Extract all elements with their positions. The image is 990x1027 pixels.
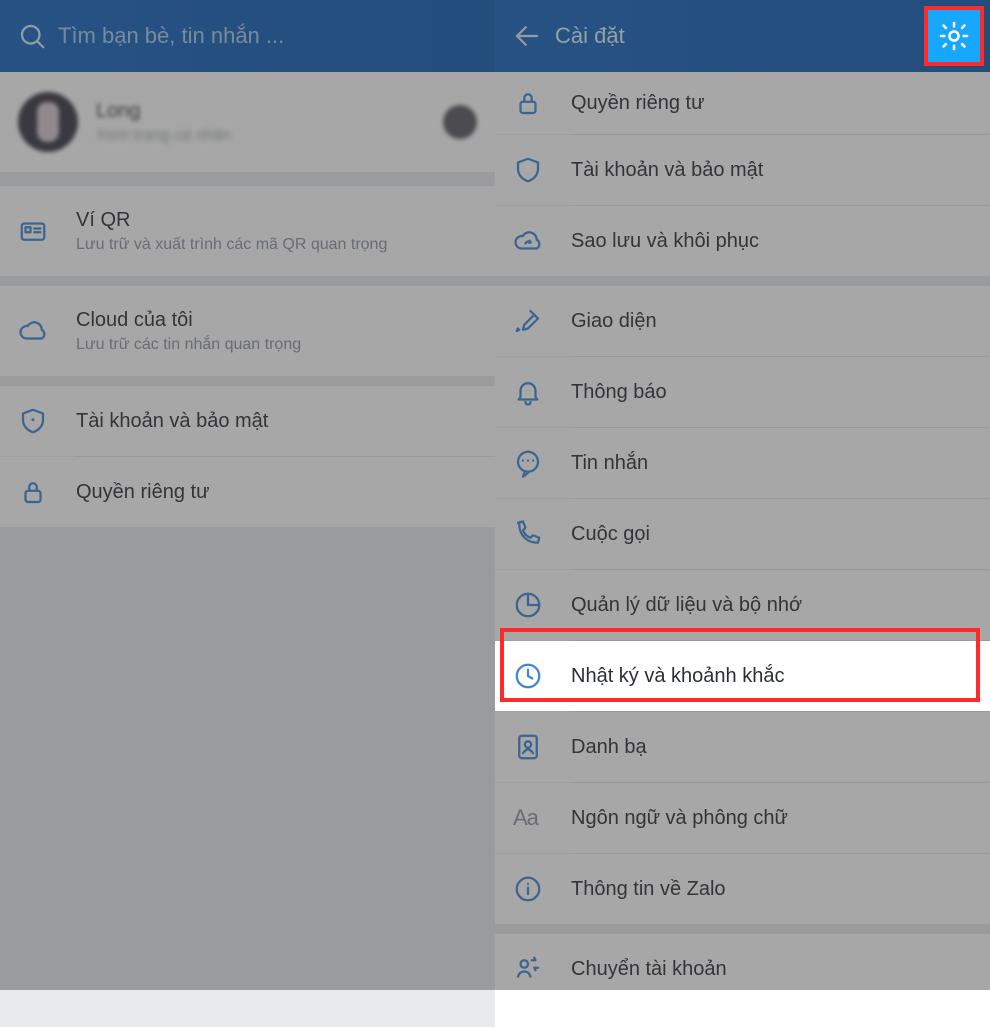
row-calls[interactable]: Cuộc gọi [495, 499, 990, 569]
panel-more: Tìm bạn bè, tin nhắn ... Long Xem trang … [0, 0, 495, 990]
row-sub: Lưu trữ các tin nhắn quan trọng [76, 336, 477, 354]
clock-icon [513, 661, 571, 691]
empty-area [0, 527, 495, 1027]
pie-chart-icon [513, 590, 571, 620]
avatar-small [443, 105, 477, 139]
brush-icon [513, 306, 571, 336]
panel-settings: Cài đặt Quyền riêng tư Tài khoản và bảo … [495, 0, 990, 990]
row-about[interactable]: Thông tin về Zalo [495, 854, 990, 924]
contact-book-icon [513, 732, 571, 762]
bell-icon [513, 377, 571, 407]
qr-wallet-icon [18, 216, 76, 246]
search-icon[interactable] [10, 14, 54, 58]
switch-account-icon [513, 954, 571, 984]
row-title: Tin nhắn [571, 452, 972, 475]
row-title: Ví QR [76, 209, 477, 232]
page-title: Cài đặt [549, 23, 936, 49]
section-gap [0, 276, 495, 286]
settings-gear-button[interactable] [924, 6, 984, 66]
lock-icon [18, 477, 76, 507]
row-title: Sao lưu và khôi phục [571, 230, 972, 253]
row-switch-account[interactable]: Chuyển tài khoản [495, 934, 990, 1004]
shield-icon [18, 406, 76, 436]
row-title: Danh bạ [571, 736, 972, 759]
row-data-storage[interactable]: Quản lý dữ liệu và bộ nhớ [495, 570, 990, 640]
row-title: Nhật ký và khoảnh khắc [571, 665, 972, 688]
row-my-cloud[interactable]: Cloud của tôi Lưu trữ các tin nhắn quan … [0, 286, 495, 376]
section-gap [495, 276, 990, 286]
section-gap [0, 172, 495, 186]
profile-sub: Xem trang cá nhân [96, 127, 425, 145]
section-gap [0, 376, 495, 386]
row-privacy[interactable]: Quyền riêng tư [0, 457, 495, 527]
font-icon: Aa [513, 805, 571, 831]
message-icon [513, 448, 571, 478]
row-theme[interactable]: Giao diện [495, 286, 990, 356]
row-backup-restore[interactable]: Sao lưu và khôi phục [495, 206, 990, 276]
row-title: Thông tin về Zalo [571, 878, 972, 901]
row-messages[interactable]: Tin nhắn [495, 428, 990, 498]
profile-name: Long [96, 100, 425, 123]
shield-icon [513, 155, 571, 185]
search-input[interactable]: Tìm bạn bè, tin nhắn ... [54, 23, 485, 49]
info-icon [513, 874, 571, 904]
profile-row[interactable]: Long Xem trang cá nhân [0, 72, 495, 172]
row-sub: Lưu trữ và xuất trình các mã QR quan trọ… [76, 236, 477, 254]
row-notifications[interactable]: Thông báo [495, 357, 990, 427]
row-title: Thông báo [571, 381, 972, 404]
row-title: Tài khoản và bảo mật [76, 410, 477, 433]
header-left: Tìm bạn bè, tin nhắn ... [0, 0, 495, 72]
row-account-security[interactable]: Tài khoản và bảo mật [0, 386, 495, 456]
row-timeline-moments[interactable]: Nhật ký và khoảnh khắc [495, 641, 990, 711]
row-title: Tài khoản và bảo mật [571, 159, 972, 182]
row-qr-wallet[interactable]: Ví QR Lưu trữ và xuất trình các mã QR qu… [0, 186, 495, 276]
cloud-icon [18, 316, 76, 346]
header-right: Cài đặt [495, 0, 990, 72]
row-contacts[interactable]: Danh bạ [495, 712, 990, 782]
row-title: Chuyển tài khoản [571, 958, 972, 981]
row-title: Cloud của tôi [76, 309, 477, 332]
row-title: Giao diện [571, 310, 972, 333]
row-title: Quyền riêng tư [76, 481, 477, 504]
section-gap [495, 924, 990, 934]
avatar [18, 92, 78, 152]
cloud-sync-icon [513, 226, 571, 256]
row-account-security[interactable]: Tài khoản và bảo mật [495, 135, 990, 205]
row-title: Quản lý dữ liệu và bộ nhớ [571, 594, 972, 617]
lock-icon [513, 88, 571, 118]
row-privacy[interactable]: Quyền riêng tư [495, 72, 990, 134]
row-title: Cuộc gọi [571, 523, 972, 546]
row-language-font[interactable]: Aa Ngôn ngữ và phông chữ [495, 783, 990, 853]
row-title: Ngôn ngữ và phông chữ [571, 807, 972, 830]
phone-icon [513, 519, 571, 549]
row-title: Quyền riêng tư [571, 92, 972, 115]
back-icon[interactable] [505, 14, 549, 58]
